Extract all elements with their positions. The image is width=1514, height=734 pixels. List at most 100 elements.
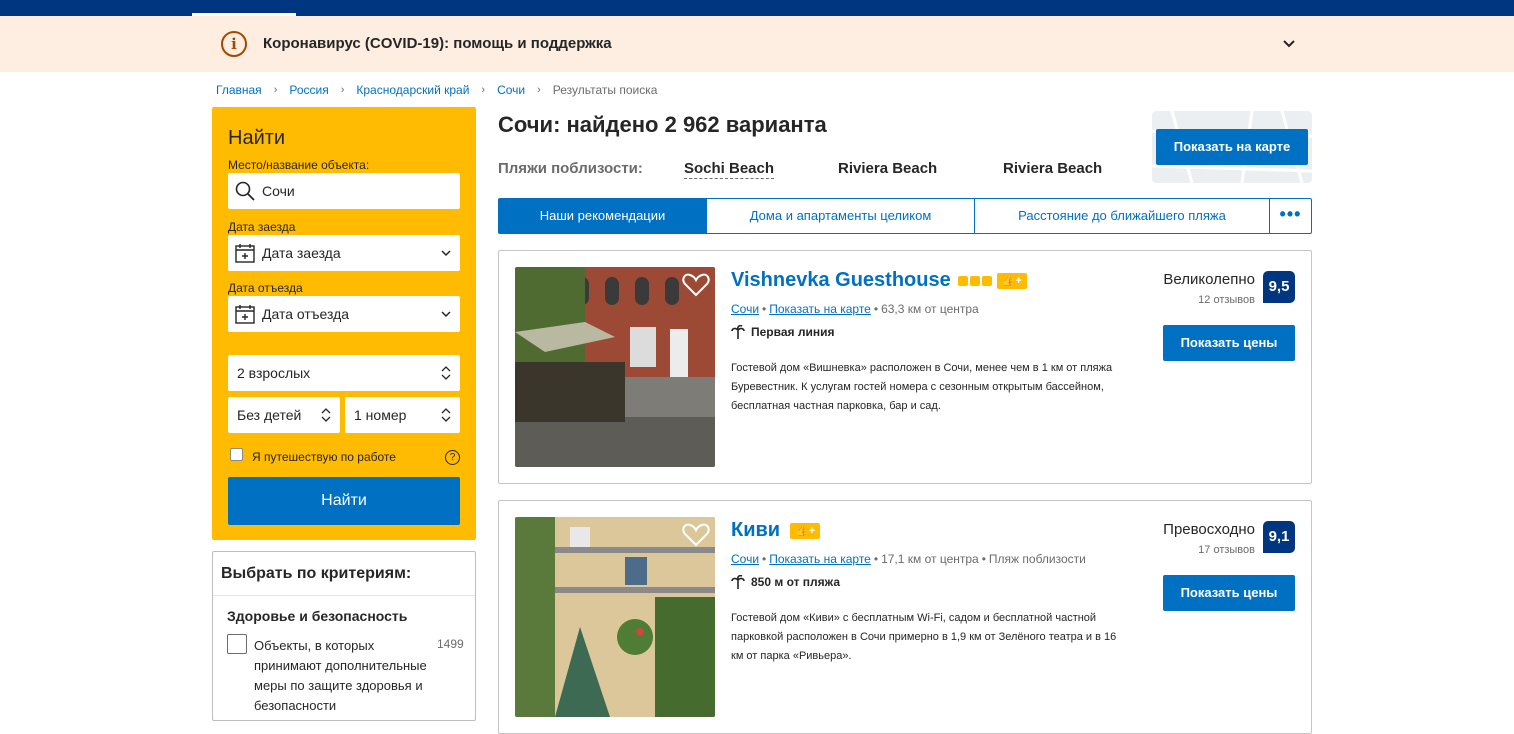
beach-link[interactable]: Sochi Beach: [684, 160, 775, 179]
beach-link[interactable]: Riviera Beach: [838, 160, 937, 177]
score-badge: 9,5: [1263, 271, 1295, 303]
sort-arrows-icon: [441, 408, 451, 422]
hotel-name[interactable]: Vishnevka Guesthouse 👍+: [731, 269, 1027, 292]
show-prices-button[interactable]: Показать цены: [1163, 575, 1295, 611]
hotel-name[interactable]: Киви 👍+: [731, 519, 821, 542]
children-value: Без детей: [237, 407, 302, 423]
hotel-photo[interactable]: [515, 267, 715, 467]
search-icon: [235, 181, 255, 201]
rating-badges: 👍+: [787, 522, 821, 539]
tab-entire-homes[interactable]: Дома и апартаменты целиком: [707, 199, 975, 233]
palm-tree-icon: [731, 575, 745, 589]
hotel-location: Сочи • Показать на карте • 63,3 км от центра: [731, 302, 979, 316]
rooms-select[interactable]: 1 номер: [345, 397, 460, 433]
tab-beach-distance[interactable]: Расстояние до ближайшего пляжа: [975, 199, 1270, 233]
nearby-beach-text: Пляж поблизости: [988, 552, 1086, 566]
show-prices-button[interactable]: Показать цены: [1163, 325, 1295, 361]
map-preview[interactable]: Показать на карте: [1152, 111, 1312, 183]
checkout-field[interactable]: Дата отъезда: [228, 296, 460, 332]
city-link[interactable]: Сочи: [731, 302, 759, 316]
rooms-value: 1 номер: [354, 407, 407, 423]
palm-tree-icon: [731, 325, 745, 339]
breadcrumb-city[interactable]: Сочи: [497, 83, 525, 97]
checkin-label: Дата заезда: [228, 220, 296, 234]
breadcrumb: Главная › Россия › Краснодарский край › Соч…: [216, 83, 657, 97]
covid-banner[interactable]: i Коронавирус (COVID-19): помощь и подде…: [0, 16, 1514, 72]
beach-tag-text: 850 м от пляжа: [751, 575, 841, 589]
beach-tag: 850 м от пляжа: [731, 575, 840, 589]
search-button[interactable]: Найти: [228, 477, 460, 525]
city-link[interactable]: Сочи: [731, 552, 759, 566]
review-score[interactable]: Превосходно 17 отзывов 9,1: [1163, 521, 1295, 556]
filters-section-title: Здоровье и безопасность: [227, 608, 408, 624]
adults-select[interactable]: 2 взрослых: [228, 355, 460, 391]
hotel-card[interactable]: Киви 👍+ Сочи • Показать на карте • 17,1 км о…: [498, 500, 1312, 734]
review-count: 17 отзывов: [1198, 544, 1255, 556]
health-safety-label[interactable]: Объекты, в которых принимают дополнитель…: [254, 636, 434, 716]
calendar-icon: [235, 244, 255, 263]
beach-tag: Первая линия: [731, 325, 834, 339]
covid-banner-text[interactable]: Коронавирус (COVID-19): помощь и поддерж…: [263, 35, 612, 52]
chevron-right-icon: ›: [340, 84, 345, 96]
search-panel: Найти Место/название объекта: Сочи Дата …: [212, 107, 476, 540]
destination-value: Сочи: [262, 183, 295, 199]
destination-label: Место/название объекта:: [228, 158, 370, 172]
sort-tabs: Наши рекомендации Дома и апартаменты цел…: [498, 198, 1312, 234]
results-heading: Сочи: найдено 2 962 варианта: [498, 112, 827, 137]
distance-text: 63,3 км от центра: [881, 302, 979, 316]
rating-word: Превосходно: [1163, 521, 1255, 538]
hotel-name-text[interactable]: Vishnevka Guesthouse: [731, 269, 951, 292]
chevron-down-icon: [441, 311, 451, 318]
sort-arrows-icon: [321, 408, 331, 422]
breadcrumb-region[interactable]: Краснодарский край: [356, 83, 469, 97]
sort-arrows-icon: [441, 366, 451, 380]
info-icon: i: [221, 31, 247, 57]
search-title: Найти: [228, 127, 286, 149]
thumbs-up-icon: 👍+: [790, 522, 821, 539]
beaches-label: Пляжи поблизости:: [498, 160, 643, 177]
show-on-map-button[interactable]: Показать на карте: [1156, 129, 1308, 165]
filters-title: Выбрать по критериям:: [213, 552, 475, 596]
chevron-right-icon: ›: [537, 84, 541, 96]
work-travel-checkbox[interactable]: [230, 448, 243, 461]
chevron-right-icon: ›: [273, 84, 278, 96]
children-select[interactable]: Без детей: [228, 397, 340, 433]
show-on-map-link[interactable]: Показать на карте: [769, 302, 871, 316]
review-score[interactable]: Великолепно 12 отзывов 9,5: [1163, 271, 1295, 306]
help-icon[interactable]: ?: [445, 450, 460, 465]
destination-input[interactable]: Сочи: [228, 173, 460, 209]
checkin-placeholder: Дата заезда: [262, 245, 341, 261]
chevron-down-icon[interactable]: [1280, 35, 1298, 53]
beach-tag-text: Первая линия: [751, 325, 835, 339]
top-navigation-bar: [0, 0, 1514, 16]
hotel-card[interactable]: Vishnevka Guesthouse 👍+ Сочи • Показать на…: [498, 250, 1312, 484]
thumbs-up-icon: 👍+: [996, 272, 1027, 289]
show-on-map-link[interactable]: Показать на карте: [769, 552, 871, 566]
work-travel-label[interactable]: Я путешествую по работе: [252, 450, 396, 464]
breadcrumb-home[interactable]: Главная: [216, 83, 262, 97]
breadcrumb-country[interactable]: Россия: [289, 83, 328, 97]
tab-recommended[interactable]: Наши рекомендации: [499, 199, 707, 233]
heart-icon[interactable]: [682, 273, 710, 297]
star-icon: [969, 275, 980, 286]
hotel-photo[interactable]: [515, 517, 715, 717]
checkout-placeholder: Дата отъезда: [262, 306, 350, 322]
health-safety-count: 1499: [437, 637, 464, 651]
chevron-right-icon: ›: [481, 84, 486, 96]
more-icon[interactable]: •••: [1270, 199, 1311, 233]
calendar-icon: [235, 305, 255, 324]
hotel-description: Гостевой дом «Вишневка» расположен в Соч…: [731, 362, 1113, 412]
star-icon: [981, 275, 992, 286]
heart-icon[interactable]: [682, 523, 710, 547]
filters-panel: Выбрать по критериям: Здоровье и безопас…: [212, 551, 476, 721]
rating-badges: 👍+: [957, 272, 1027, 289]
hotel-name-text[interactable]: Киви: [731, 519, 780, 542]
beach-link[interactable]: Riviera Beach: [1003, 160, 1102, 177]
health-safety-checkbox[interactable]: [227, 634, 247, 654]
checkout-label: Дата отъезда: [228, 281, 303, 295]
checkin-field[interactable]: Дата заезда: [228, 235, 460, 271]
review-count: 12 отзывов: [1198, 294, 1255, 306]
distance-text: 17,1 км от центра: [881, 552, 979, 566]
adults-value: 2 взрослых: [237, 365, 311, 381]
rating-word: Великолепно: [1163, 271, 1255, 288]
